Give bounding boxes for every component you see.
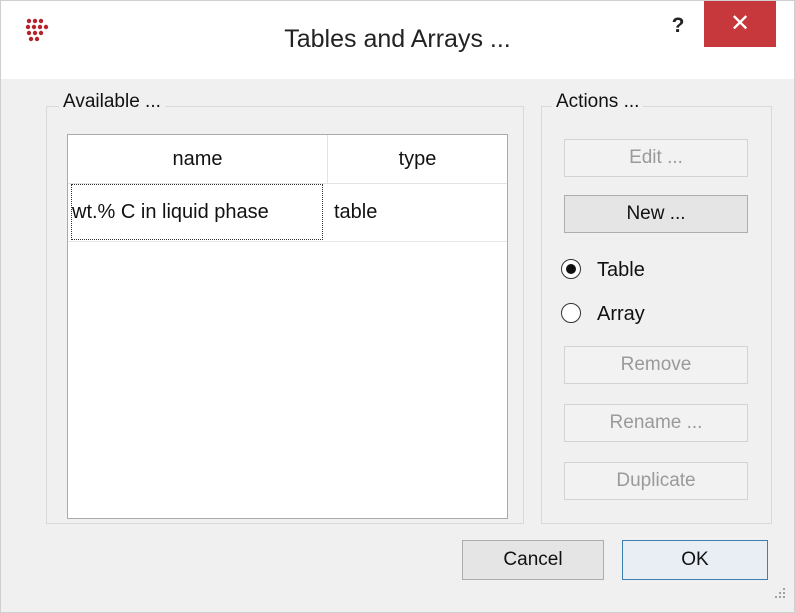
- available-list[interactable]: name type wt.% C in liquid phase table: [67, 134, 508, 519]
- remove-button[interactable]: Remove: [564, 346, 748, 384]
- title-bar: Tables and Arrays ... ? ✕: [1, 1, 794, 79]
- radio-selected-dot: [566, 264, 576, 274]
- edit-button[interactable]: Edit ...: [564, 139, 748, 177]
- help-button[interactable]: ?: [663, 11, 693, 41]
- column-header-name[interactable]: name: [68, 135, 327, 183]
- available-group-title: Available ...: [59, 91, 165, 113]
- radio-array-label[interactable]: Array: [597, 300, 645, 328]
- radio-array-circle[interactable]: [561, 303, 581, 323]
- radio-table-circle[interactable]: [561, 259, 581, 279]
- row-type-cell[interactable]: table: [334, 183, 504, 241]
- table-row[interactable]: wt.% C in liquid phase table: [68, 183, 507, 242]
- rename-button[interactable]: Rename ...: [564, 404, 748, 442]
- close-button[interactable]: ✕: [704, 1, 776, 47]
- list-header: name type: [68, 135, 507, 184]
- actions-group-title: Actions ...: [552, 91, 644, 113]
- radio-table-label[interactable]: Table: [597, 256, 645, 284]
- row-name-cell[interactable]: wt.% C in liquid phase: [70, 183, 324, 241]
- resize-grip-icon[interactable]: [769, 586, 787, 604]
- ok-button[interactable]: OK: [622, 540, 768, 580]
- tables-and-arrays-dialog: Tables and Arrays ... ? ✕ Available ... …: [0, 0, 795, 613]
- cancel-button[interactable]: Cancel: [462, 540, 604, 580]
- duplicate-button[interactable]: Duplicate: [564, 462, 748, 500]
- column-header-type[interactable]: type: [328, 135, 507, 183]
- new-button[interactable]: New ...: [564, 195, 748, 233]
